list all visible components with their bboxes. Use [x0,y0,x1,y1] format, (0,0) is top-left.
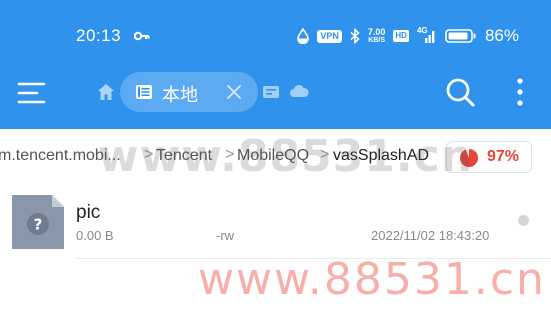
vpn-badge: VPN [317,29,342,43]
close-icon[interactable] [225,83,243,101]
drive-icon[interactable] [262,84,280,100]
select-checkbox[interactable] [518,215,529,226]
file-name: pic [76,202,101,223]
battery-icon [445,29,476,43]
status-bar: 20:13 VPN 7.00 KB/S HD 4G 86% [0,0,551,70]
menu-icon[interactable] [16,78,48,108]
watermark: www.88531.cn [98,131,474,182]
search-icon[interactable] [444,76,476,108]
battery-percent: 86% [484,26,519,45]
signal-4g-icon: 4G [417,26,437,44]
network-speed: 7.00 KB/S [367,26,386,45]
bluetooth-icon [350,28,360,44]
more-vert-icon[interactable] [512,76,528,108]
status-time: 20:13 [76,26,122,45]
toolbar: 本地 [0,70,551,129]
data-saver-drop-icon [297,28,310,44]
file-manager-screen: 20:13 VPN 7.00 KB/S HD 4G 86% 本地 m.tence… [0,0,551,311]
unknown-file-icon: ? [12,195,64,249]
app-header: 20:13 VPN 7.00 KB/S HD 4G 86% 本地 [0,0,551,129]
watermark: www.88531.cn [198,254,546,305]
phone-storage-icon [136,85,152,99]
network-speed-unit: KB/S [368,36,385,44]
file-modified-date: 2022/11/02 18:43:20 [371,228,490,243]
list-item[interactable]: ? pic 0.00 B -rw 2022/11/02 18:43:20 [0,185,551,259]
storage-usage-percent: 97% [487,148,520,165]
cloud-icon[interactable] [289,84,309,98]
file-permissions: -rw [216,228,235,243]
svg-text:?: ? [34,216,43,234]
hd-badge: HD [393,30,409,42]
status-icons: VPN 7.00 KB/S HD 4G 86% [297,26,519,46]
tab-local-label: 本地 [162,85,198,106]
file-size: 0.00 B [76,228,114,243]
network-speed-value: 7.00 [367,26,386,37]
key-icon [134,31,150,41]
tab-local[interactable]: 本地 [120,72,258,112]
home-icon[interactable] [96,82,116,102]
